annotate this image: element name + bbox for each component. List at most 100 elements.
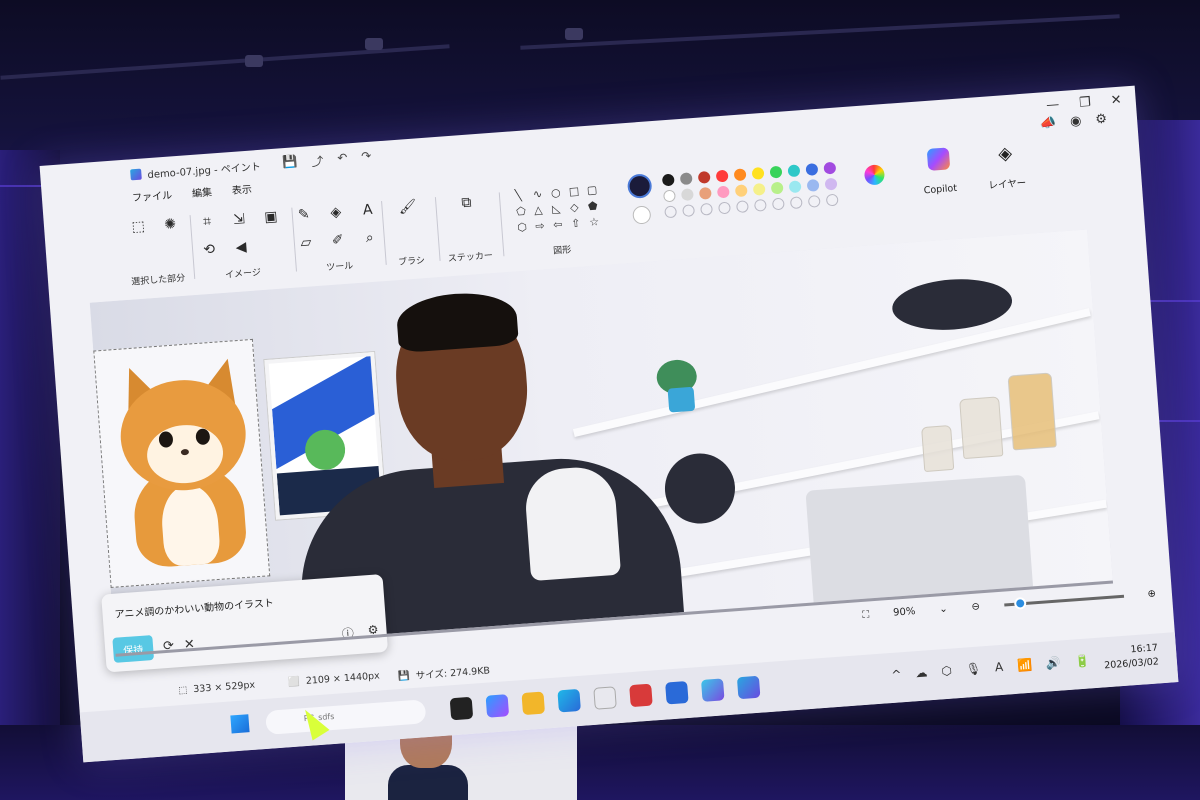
color-swatch[interactable] <box>787 164 801 178</box>
fit-to-window-icon[interactable]: ⛶ <box>862 609 870 620</box>
prompt-text[interactable]: アニメ調のかわいい動物のイラスト <box>114 594 274 621</box>
color-swatch[interactable] <box>770 181 784 195</box>
zoom-out-icon[interactable]: ⊖ <box>971 601 980 613</box>
triangle-shape-icon[interactable]: △ <box>534 203 549 217</box>
share-icon[interactable]: ⤴ <box>311 152 324 170</box>
microphone-icon[interactable]: 🎙 <box>965 661 981 676</box>
arrow-right-shape-icon[interactable]: ⇨ <box>535 219 550 233</box>
color-swatch[interactable] <box>661 173 675 187</box>
select-rect-icon[interactable]: ⬚ <box>128 216 149 237</box>
megaphone-icon[interactable]: 📣 <box>1039 115 1056 131</box>
custom-color-slot[interactable] <box>718 201 731 215</box>
color-swatch[interactable] <box>769 165 783 179</box>
diamond-shape-icon[interactable]: ◇ <box>570 200 585 215</box>
custom-color-slot[interactable] <box>771 197 785 211</box>
color-swatch[interactable] <box>733 168 747 182</box>
rotate-icon[interactable]: ⟲ <box>198 239 219 260</box>
tray-app-icon[interactable]: ⬡ <box>941 664 952 679</box>
star-shape-icon[interactable]: ☆ <box>589 215 604 229</box>
menu-file[interactable]: ファイル <box>132 186 173 204</box>
color-swatch[interactable] <box>716 185 730 199</box>
generated-image-selection[interactable] <box>93 338 271 588</box>
app-icon[interactable] <box>629 683 653 708</box>
select-lasso-icon[interactable]: ✺ <box>160 214 181 235</box>
custom-color-slot[interactable] <box>682 204 696 218</box>
copilot-app-icon[interactable] <box>485 694 510 718</box>
custom-color-slot[interactable] <box>753 198 767 212</box>
eraser-icon[interactable]: ▱ <box>295 232 316 253</box>
hexagon-shape-icon[interactable]: ⬡ <box>517 220 532 234</box>
line-shape-icon[interactable]: ╲ <box>515 188 530 202</box>
secondary-color-swatch[interactable] <box>632 205 652 225</box>
custom-color-slot[interactable] <box>700 202 713 216</box>
color-swatch[interactable] <box>698 186 712 200</box>
custom-color-slot[interactable] <box>825 193 839 207</box>
rect-shape-icon[interactable]: □ <box>568 184 583 199</box>
oval-shape-icon[interactable]: ○ <box>550 186 565 200</box>
onedrive-icon[interactable]: ☁ <box>915 665 928 680</box>
custom-color-slot[interactable] <box>736 200 749 214</box>
color-swatch[interactable] <box>715 169 729 183</box>
color-swatch[interactable] <box>788 180 802 194</box>
zoom-slider[interactable] <box>1003 594 1124 610</box>
pencil-icon[interactable]: ✎ <box>293 204 314 225</box>
color-swatch[interactable] <box>734 184 748 198</box>
tray-overflow-icon[interactable]: ^ <box>891 667 902 682</box>
right-triangle-shape-icon[interactable]: ◺ <box>552 202 567 216</box>
maximize-button[interactable]: ❐ <box>1079 95 1092 111</box>
rounded-rect-shape-icon[interactable]: ▢ <box>586 183 601 197</box>
resize-icon[interactable]: ⇲ <box>228 209 249 230</box>
mail-icon[interactable] <box>665 680 689 705</box>
wifi-icon[interactable]: 📶 <box>1017 658 1033 673</box>
color-swatch[interactable] <box>679 172 693 186</box>
layers-button[interactable]: ◈ レイヤー <box>986 142 1026 192</box>
volume-icon[interactable]: 🔊 <box>1046 656 1062 671</box>
color-swatch[interactable] <box>751 166 765 180</box>
color-swatch[interactable] <box>823 161 837 175</box>
taskbar-search[interactable]: PC_sdfs <box>265 699 427 735</box>
arrow-up-shape-icon[interactable]: ⇧ <box>571 216 586 231</box>
windows-start-icon[interactable] <box>230 714 250 734</box>
account-icon[interactable]: ◉ <box>1070 114 1082 130</box>
redo-icon[interactable]: ↷ <box>361 148 372 166</box>
save-icon[interactable]: 💾 <box>282 154 298 172</box>
zoom-in-icon[interactable]: ⊕ <box>1147 588 1156 600</box>
text-tool-icon[interactable]: A <box>357 199 378 220</box>
remove-bg-icon[interactable]: ▣ <box>260 206 281 227</box>
sticker-icon[interactable]: ⧉ <box>456 192 477 213</box>
color-wheel-icon[interactable] <box>863 164 886 186</box>
menu-edit[interactable]: 編集 <box>191 183 213 199</box>
fill-bucket-icon[interactable]: ◈ <box>325 202 346 223</box>
custom-color-slot[interactable] <box>789 196 803 210</box>
clock[interactable]: 16:17 2026/03/02 <box>1103 641 1160 673</box>
crop-icon[interactable]: ⌗ <box>196 211 217 232</box>
color-swatch[interactable] <box>697 170 711 184</box>
photos-icon[interactable] <box>700 678 725 702</box>
menu-view[interactable]: 表示 <box>231 181 253 197</box>
paint-taskbar-icon[interactable] <box>736 675 761 700</box>
color-swatch[interactable] <box>663 189 676 203</box>
curve-shape-icon[interactable]: ∿ <box>533 187 548 201</box>
file-explorer-icon[interactable] <box>521 691 546 716</box>
close-button[interactable]: ✕ <box>1110 93 1122 109</box>
copilot-button[interactable]: Copilot <box>921 147 957 196</box>
pentagon-shape-icon[interactable]: ⬟ <box>588 199 603 213</box>
zoom-slider-knob[interactable] <box>1014 596 1028 610</box>
custom-color-slot[interactable] <box>664 205 678 219</box>
brush-icon[interactable]: 🖌 <box>397 196 418 217</box>
color-swatch[interactable] <box>752 182 766 196</box>
color-swatch[interactable] <box>824 177 838 191</box>
color-picker-icon[interactable]: ✐ <box>327 230 348 251</box>
color-swatch[interactable] <box>805 163 819 176</box>
store-icon[interactable] <box>593 686 617 710</box>
polygon-shape-icon[interactable]: ⬠ <box>516 204 531 219</box>
primary-color-swatch[interactable] <box>626 173 653 199</box>
arrow-left-shape-icon[interactable]: ⇦ <box>553 218 568 232</box>
color-swatch[interactable] <box>680 188 694 202</box>
magnifier-icon[interactable]: ⌕ <box>359 227 380 248</box>
undo-icon[interactable]: ↶ <box>337 150 348 168</box>
settings-icon[interactable]: ⚙ <box>1095 112 1108 128</box>
color-swatch[interactable] <box>806 178 820 192</box>
task-view-icon[interactable] <box>449 696 474 721</box>
battery-icon[interactable]: 🔋 <box>1074 653 1090 668</box>
